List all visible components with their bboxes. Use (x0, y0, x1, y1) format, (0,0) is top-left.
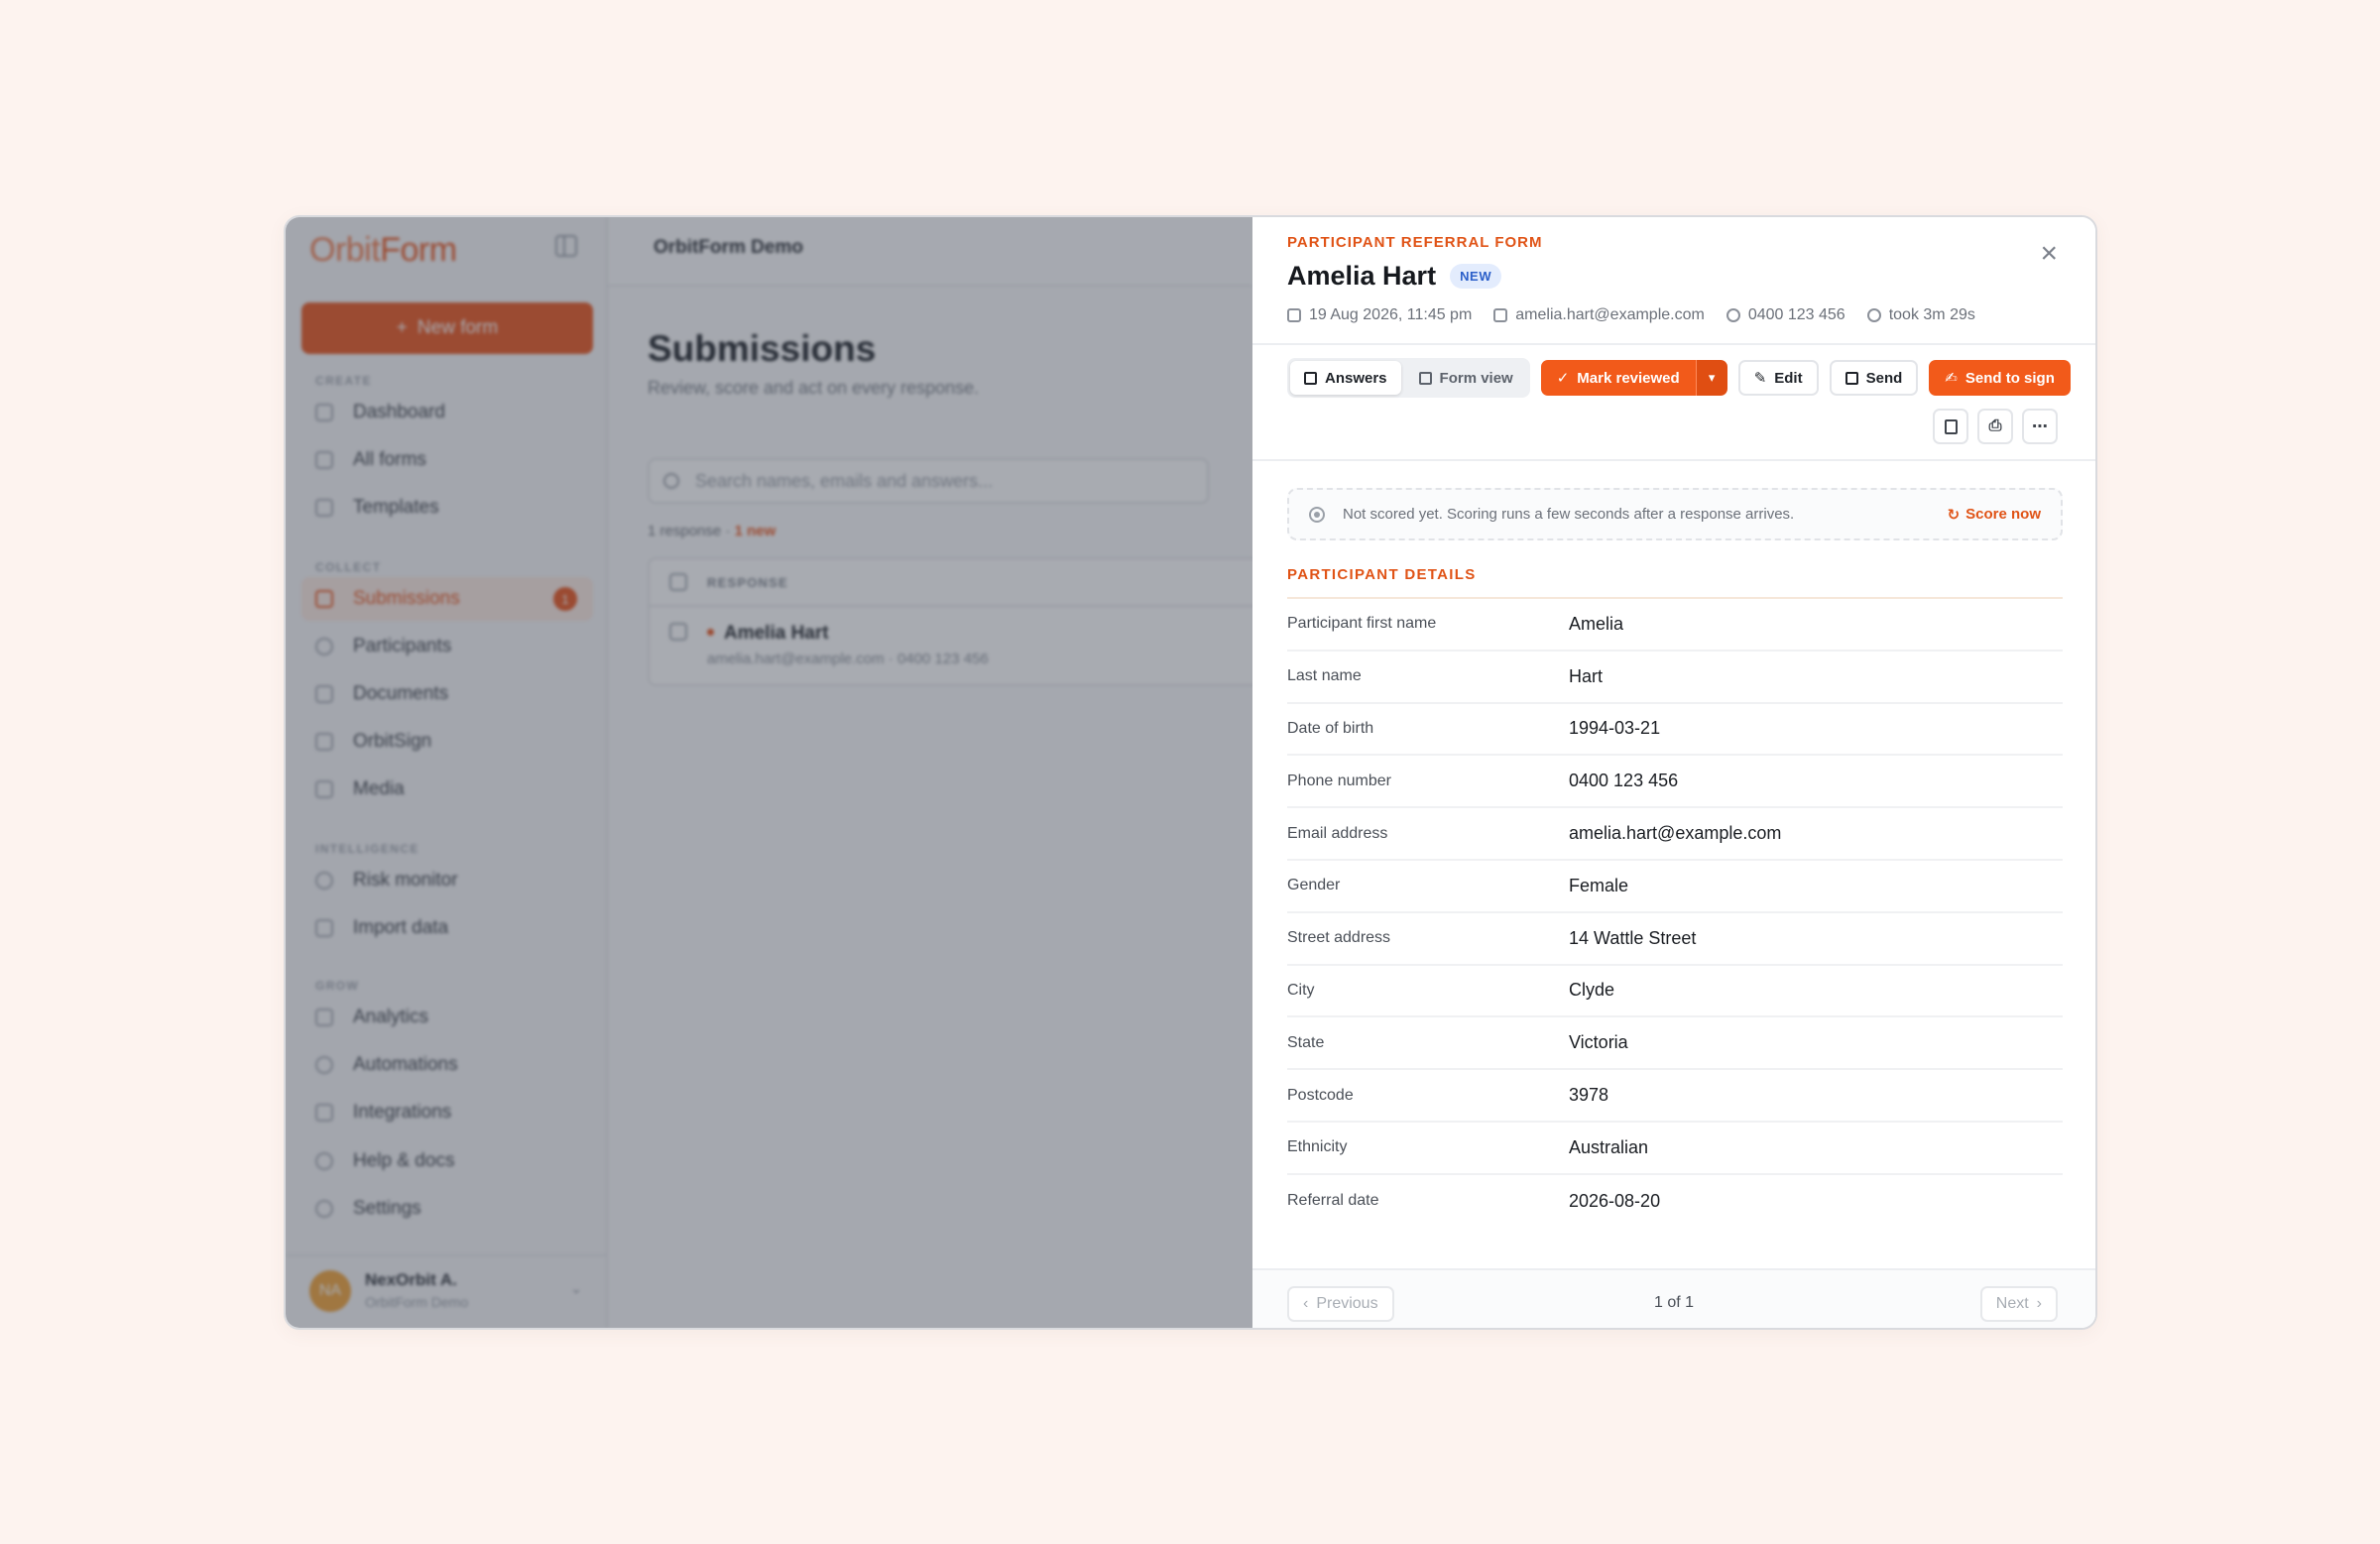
calendar-icon (1287, 308, 1301, 322)
detail-label: Postcode (1287, 1086, 1354, 1104)
detail-label: Last name (1287, 667, 1362, 685)
clock-icon (1866, 308, 1881, 322)
next-button[interactable]: Next › (1979, 1286, 2058, 1322)
detail-label: City (1287, 981, 1315, 999)
list-icon (1304, 371, 1317, 385)
mark-reviewed-split-button: ✓ Mark reviewed ▾ (1540, 360, 1727, 396)
more-options-icon[interactable]: ⋯ (2022, 409, 2058, 444)
detail-row: Participant first name Amelia (1287, 599, 2063, 652)
send-to-sign-button[interactable]: ✍ Send to sign (1929, 360, 2071, 396)
mark-reviewed-button[interactable]: ✓ Mark reviewed (1540, 360, 1696, 396)
form-name: PARTICIPANT REFERRAL FORM (1287, 234, 1543, 251)
detail-value: Hart (1569, 665, 1604, 686)
detail-label: State (1287, 1033, 1325, 1051)
detail-value: Victoria (1569, 1032, 1628, 1053)
detail-row: City Clyde (1287, 966, 2063, 1018)
detail-label: Email address (1287, 824, 1388, 842)
sign-document-icon: ✍ (1945, 370, 1958, 387)
tab-answers[interactable]: Answers (1290, 361, 1401, 395)
detail-value: 2026-08-20 (1569, 1190, 1661, 1211)
detail-value: 0400 123 456 (1569, 771, 1679, 791)
tab-form-view[interactable]: Form view (1405, 361, 1527, 395)
detail-row: Street address 14 Wattle Street (1287, 913, 2063, 966)
detail-row: Gender Female (1287, 861, 2063, 913)
submitter-email: amelia.hart@example.com (1515, 306, 1705, 323)
score-notice: Not scored yet. Scoring runs a few secon… (1287, 488, 2063, 540)
detail-value: Amelia (1569, 613, 1624, 634)
document-icon (1418, 371, 1432, 385)
detail-row: Email address amelia.hart@example.com (1287, 808, 2063, 861)
mail-icon (1844, 371, 1858, 385)
send-button[interactable]: Send (1829, 360, 1919, 396)
submitter-phone: 0400 123 456 (1747, 306, 1845, 323)
detail-value: 14 Wattle Street (1569, 927, 1697, 948)
mail-icon (1493, 308, 1508, 322)
print-icon[interactable]: ⎙ (1977, 409, 2013, 444)
status-badge: NEW (1450, 264, 1502, 289)
detail-label: Participant first name (1287, 615, 1437, 633)
chevron-right-icon: › (2036, 1295, 2042, 1312)
detail-label: Gender (1287, 877, 1341, 894)
close-icon[interactable]: × (2040, 239, 2058, 269)
score-now-button[interactable]: ↻ Score now (1948, 506, 2041, 524)
detail-value: amelia.hart@example.com (1569, 823, 1782, 844)
edit-button[interactable]: ✎ Edit (1737, 360, 1819, 396)
detail-label: Street address (1287, 929, 1391, 947)
secondary-actions: ⎙ ⋯ (1933, 409, 2058, 444)
detail-value: Female (1569, 875, 1629, 895)
participant-details: Participant first name Amelia Last name Ha… (1287, 599, 2063, 1228)
detail-label: Phone number (1287, 772, 1391, 789)
score-message: Not scored yet. Scoring runs a few secon… (1343, 506, 1795, 523)
detail-row: Postcode 3978 (1287, 1070, 2063, 1123)
detail-value: 3978 (1569, 1085, 1609, 1106)
submission-meta: 19 Aug 2026, 11:45 pm amelia.hart@exampl… (1287, 306, 1975, 324)
detail-label: Date of birth (1287, 719, 1374, 737)
detail-label: Ethnicity (1287, 1138, 1348, 1156)
detail-row: Referral date 2026-08-20 (1287, 1175, 2063, 1228)
detail-row: Ethnicity Australian (1287, 1123, 2063, 1175)
modal-backdrop[interactable] (286, 217, 1252, 1328)
download-pdf-icon[interactable] (1933, 409, 1968, 444)
submission-detail-panel: PARTICIPANT REFERRAL FORM Amelia Hart NE… (1252, 217, 2095, 1328)
detail-row: Last name Hart (1287, 652, 2063, 704)
app-window: OrbitForm + New form CREATE Dashboard All… (284, 215, 2097, 1330)
refresh-icon: ↻ (1947, 506, 1961, 524)
detail-value: Clyde (1569, 980, 1615, 1001)
check-icon: ✓ (1556, 370, 1570, 387)
chevron-down-icon[interactable]: ▾ (1695, 360, 1727, 396)
submitted-date: 19 Aug 2026, 11:45 pm (1309, 306, 1473, 323)
completion-time: took 3m 29s (1888, 306, 1975, 323)
action-toolbar: Answers Form view ✓ Mark reviewed ▾ ✎ Edit… (1287, 358, 2071, 398)
pencil-icon: ✎ (1753, 370, 1767, 387)
detail-row: Date of birth 1994-03-21 (1287, 704, 2063, 757)
submission-title: Amelia Hart (1287, 261, 1437, 291)
detail-value: Australian (1569, 1136, 1649, 1157)
view-toggle: Answers Form view (1287, 358, 1530, 398)
detail-value: 1994-03-21 (1569, 718, 1661, 739)
detail-row: State Victoria (1287, 1017, 2063, 1071)
phone-icon (1726, 308, 1740, 322)
detail-label: Referral date (1287, 1192, 1379, 1210)
section-title: PARTICIPANT DETAILS (1287, 566, 1477, 583)
detail-row: Phone number 0400 123 456 (1287, 756, 2063, 809)
divider (1252, 343, 2095, 345)
pagination: ‹ Previous 1 of 1 Next › (1252, 1268, 2095, 1328)
target-icon (1309, 506, 1325, 523)
divider (1252, 459, 2095, 461)
page-indicator: 1 of 1 (1653, 1294, 1695, 1311)
